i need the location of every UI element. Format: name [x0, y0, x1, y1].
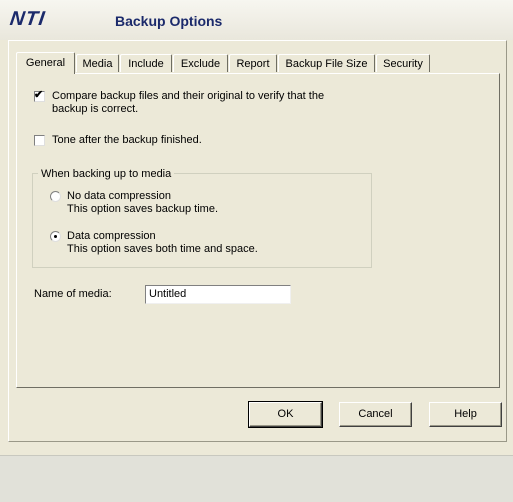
media-name-input[interactable]: Untitled	[145, 285, 291, 304]
nti-logo: NTI	[8, 8, 47, 30]
status-bar	[0, 455, 513, 502]
media-group-legend: When backing up to media	[38, 168, 175, 180]
ok-button[interactable]: OK	[248, 401, 323, 428]
compression-desc: This option saves both time and space.	[67, 243, 258, 255]
no-compression-desc: This option saves backup time.	[67, 203, 219, 215]
dialog-header: NTI Backup Options	[0, 0, 513, 40]
tone-label: Tone after the backup finished.	[52, 134, 202, 146]
compression-label: Data compression	[67, 230, 156, 242]
radio-dot-icon	[54, 235, 57, 238]
tab-exclude[interactable]: Exclude	[173, 54, 228, 72]
no-compression-radio[interactable]	[50, 191, 61, 202]
checkmark-icon: ✔	[34, 89, 44, 101]
tone-checkbox[interactable]	[34, 135, 45, 146]
dialog-title: Backup Options	[115, 13, 223, 29]
tab-include[interactable]: Include	[120, 54, 172, 72]
tab-security[interactable]: Security	[376, 54, 430, 72]
tab-media[interactable]: Media	[76, 54, 119, 72]
compression-radio[interactable]	[50, 231, 61, 242]
no-compression-label: No data compression	[67, 190, 171, 202]
help-button[interactable]: Help	[429, 402, 502, 427]
cancel-button[interactable]: Cancel	[339, 402, 412, 427]
tab-general[interactable]: General	[16, 52, 75, 74]
compare-label-line2: backup is correct.	[52, 103, 139, 115]
media-name-label: Name of media:	[34, 288, 112, 300]
tab-backup-file-size[interactable]: Backup File Size	[278, 54, 375, 72]
compare-label-line1: Compare backup files and their original …	[52, 90, 325, 102]
tab-report[interactable]: Report	[229, 54, 277, 72]
compare-checkbox[interactable]: ✔	[34, 89, 45, 102]
